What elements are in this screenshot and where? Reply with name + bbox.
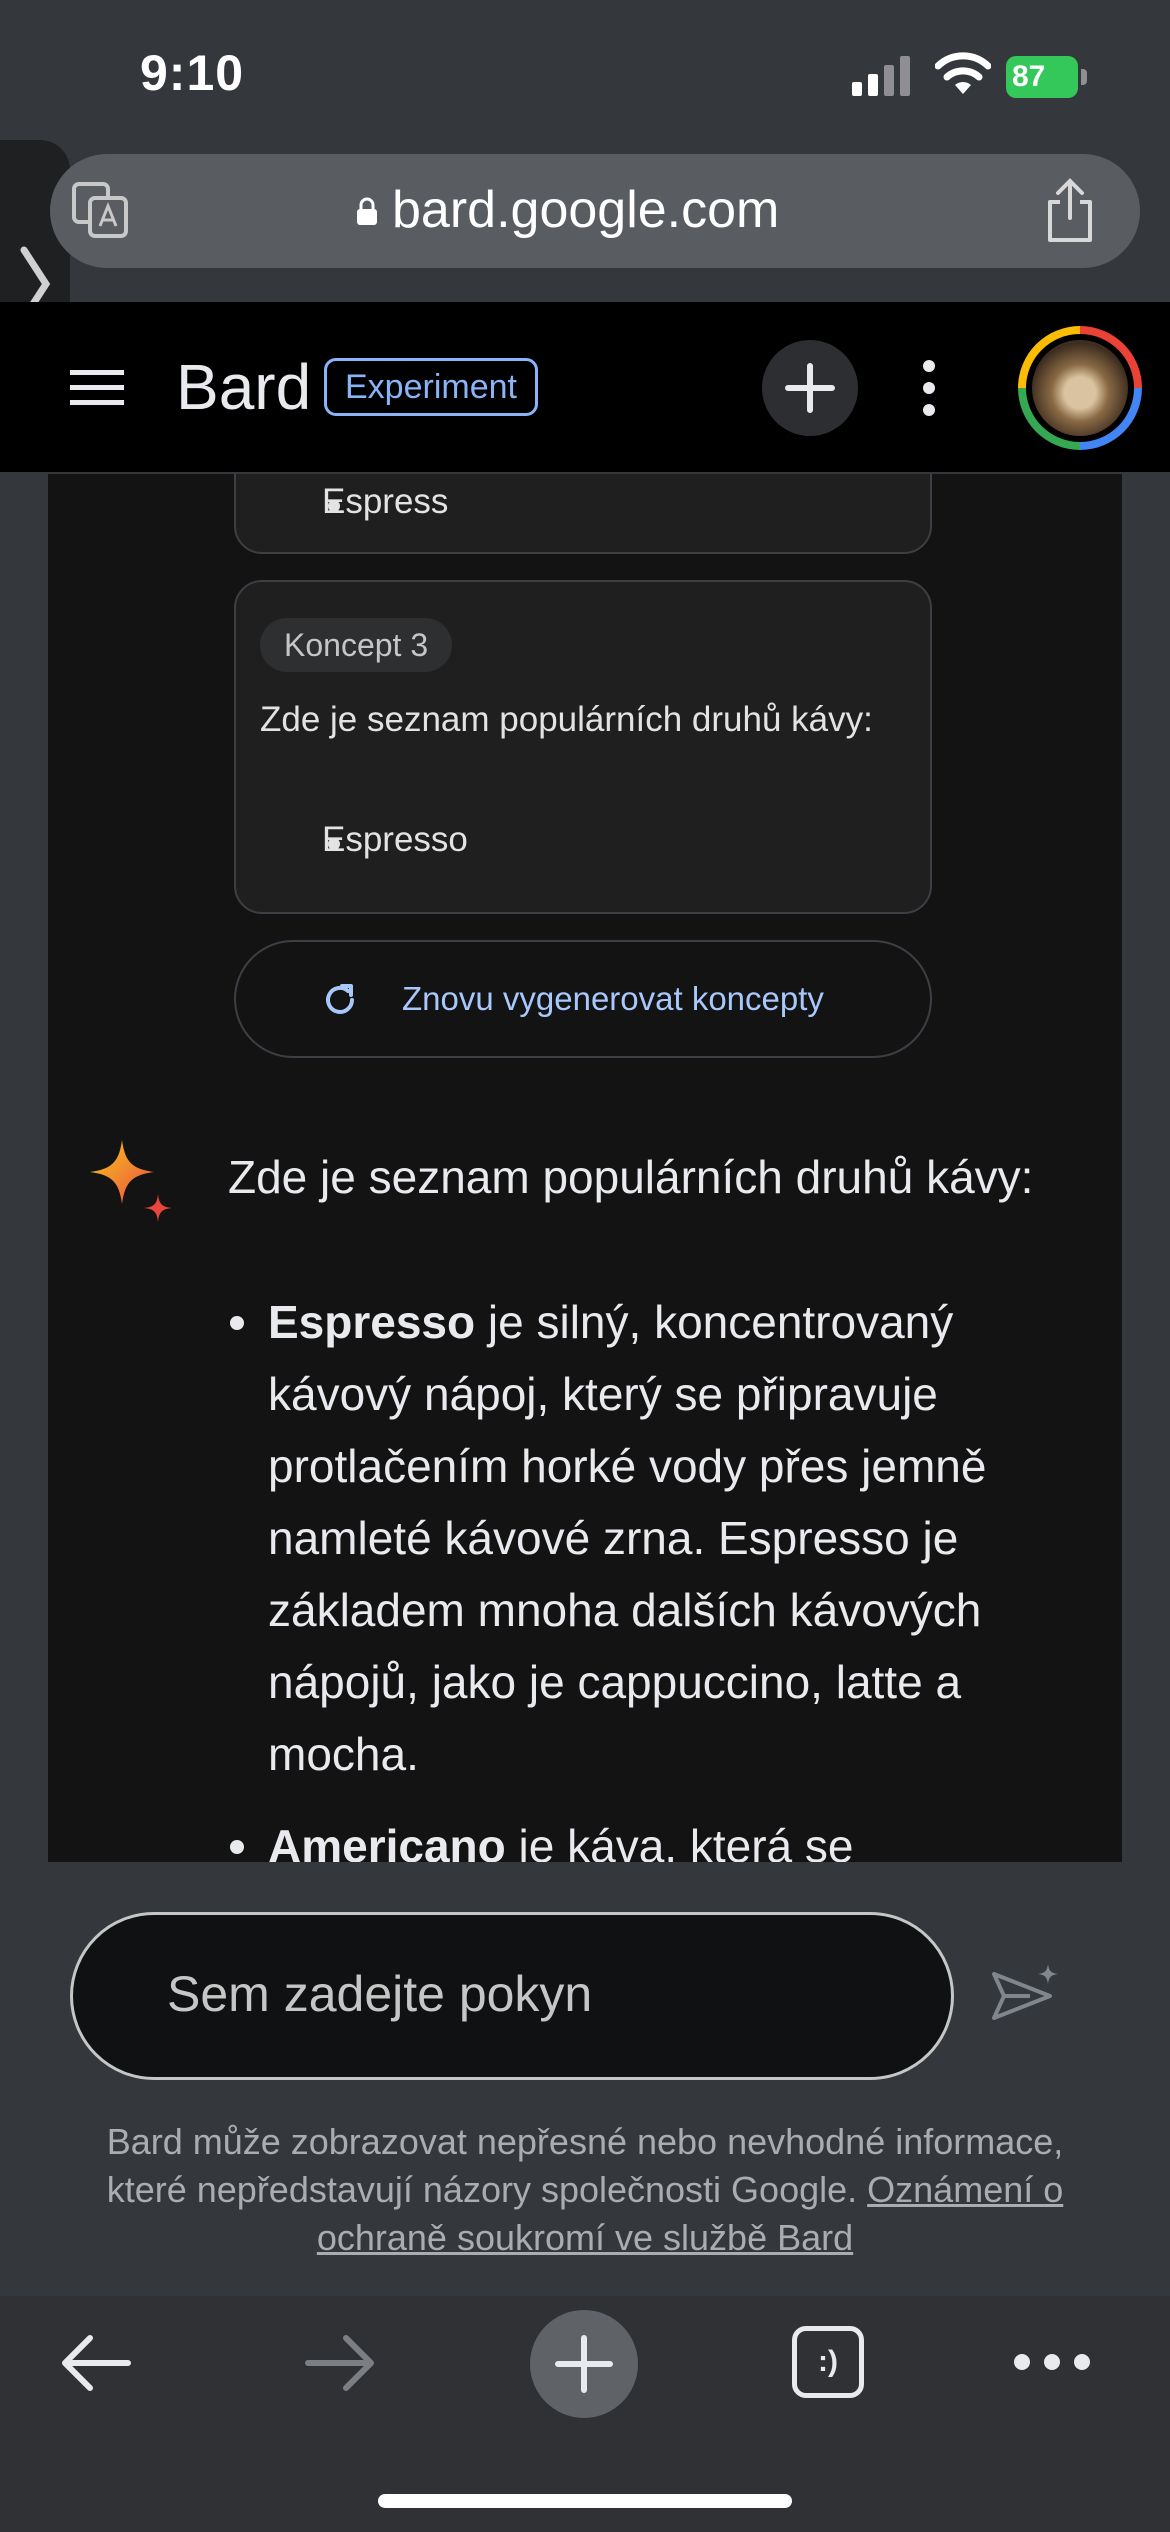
tab-switcher-button[interactable]: :) [792,2326,864,2398]
translate-icon[interactable] [70,180,130,240]
draft-bullet-text: Espress [322,482,449,521]
bard-sparkle-icon [90,1140,172,1222]
experiment-badge: Experiment [324,358,538,416]
send-icon[interactable] [990,1962,1060,2032]
answer-list: Espresso je silný, koncentrovaný kávový … [230,1286,1068,1862]
more-horizontal-icon[interactable] [1012,2350,1092,2374]
disclaimer: Bard může zobrazovat nepřesné nebo nevho… [70,2118,1100,2262]
draft-card[interactable]: Koncept 3 Zde je seznam populárních druh… [234,580,932,914]
list-item-term: Americano [268,1820,506,1862]
lock-icon [357,197,377,225]
plus-icon [555,2335,613,2393]
new-tab-button[interactable] [530,2310,638,2418]
regenerate-label: Znovu vygenerovat koncepty [402,980,824,1017]
home-indicator [378,2494,792,2508]
list-item-term: Espresso [268,1296,476,1348]
draft-text: Zde je seznam populárních druhů kávy: [260,700,873,739]
list-item: Espresso je silný, koncentrovaný kávový … [230,1286,1068,1790]
bullet-dot [230,1840,244,1854]
url-text[interactable]: bard.google.com [392,180,779,240]
regenerate-drafts-button[interactable]: Znovu vygenerovat koncepty [234,940,932,1058]
cellular-signal-icon [852,56,910,96]
avatar-photo [1032,340,1128,436]
menu-icon[interactable] [70,368,124,408]
draft-label-chip: Koncept 3 [260,618,453,672]
refresh-icon [326,984,354,1014]
more-vertical-icon[interactable] [916,358,942,418]
list-item: Americano je káva, která se [230,1810,1068,1862]
prompt-placeholder: Sem zadejte pokyn [167,1966,593,2022]
battery-level: 87 [1012,60,1046,93]
avatar[interactable] [1018,326,1142,450]
share-icon[interactable] [1040,178,1100,244]
app-title: Bard [176,351,312,423]
back-arrow-icon[interactable] [60,2330,132,2396]
wifi-icon [935,52,991,94]
list-item-text: je silný, koncentrovaný kávový nápoj, kt… [268,1296,987,1780]
battery-icon: 87 [1006,56,1088,98]
plus-icon [785,363,835,413]
new-chat-button[interactable] [762,340,858,436]
list-item-text: je káva, která se [505,1820,854,1862]
bullet-dot [230,1316,244,1330]
forward-arrow-icon[interactable] [304,2330,376,2396]
draft-card[interactable]: Espress [234,474,932,554]
chat-area: Espress Koncept 3 Zde je seznam populárn… [48,474,1122,1862]
answer-intro: Zde je seznam populárních druhů kávy: [228,1151,1034,1203]
draft-bullet-text: Espresso [322,820,468,859]
prompt-input[interactable]: Sem zadejte pokyn [70,1912,954,2080]
status-time: 9:10 [140,45,245,101]
